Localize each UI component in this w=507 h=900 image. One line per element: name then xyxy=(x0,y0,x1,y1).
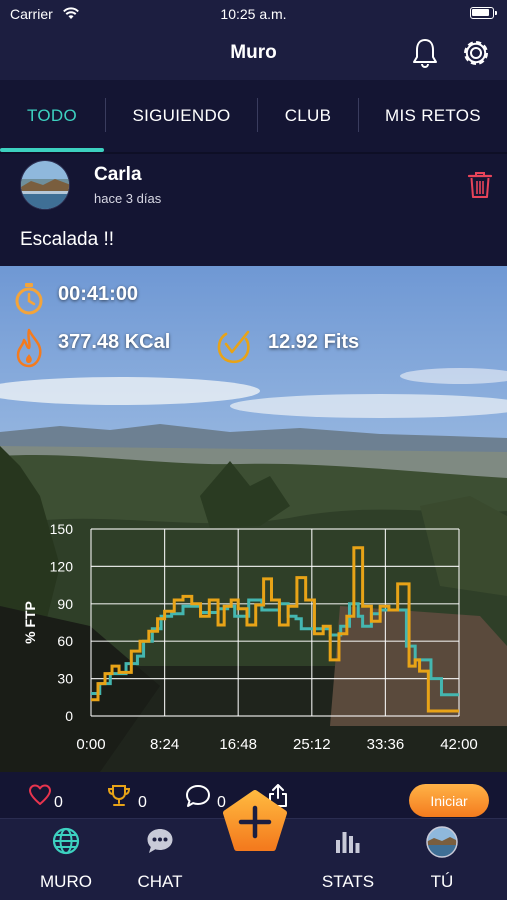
y-tick-label: 150 xyxy=(50,521,74,537)
profile-avatar-icon xyxy=(426,826,458,858)
tab-club[interactable]: CLUB xyxy=(258,80,358,152)
add-activity-button[interactable] xyxy=(222,790,288,854)
y-tick-label: 90 xyxy=(57,596,73,612)
post-text: Escalada !! xyxy=(20,229,114,250)
status-bar: Carrier 10:25 a.m. xyxy=(0,0,507,28)
chat-bubble-icon xyxy=(147,829,173,853)
series-line xyxy=(91,598,459,697)
avatar-image xyxy=(21,161,69,209)
power-chart: 0:00 8:24 16:48 25:12 33:36 42:00 0 30 60 90 120 15… xyxy=(22,521,478,753)
app-header: Muro xyxy=(0,28,507,80)
nav-item-tu[interactable] xyxy=(397,826,487,863)
post-username[interactable]: Carla xyxy=(94,164,142,186)
y-axis-label: % FTP xyxy=(22,601,38,644)
trophies-count: 0 xyxy=(138,794,147,811)
x-tick-label: 42:00 xyxy=(440,736,478,753)
y-tick-label: 30 xyxy=(57,671,73,687)
nav-item-chat[interactable] xyxy=(115,826,205,861)
bar-chart-icon xyxy=(336,832,360,853)
activity-photo[interactable]: 00:41:00 377.48 KCal 12.92 Fits 0:00 8:24… xyxy=(0,266,507,772)
tab-siguiendo[interactable]: SIGUIENDO xyxy=(106,80,257,152)
likes-count: 0 xyxy=(54,794,63,811)
trash-icon[interactable] xyxy=(466,170,494,200)
battery-icon xyxy=(470,7,497,19)
nav-item-muro[interactable] xyxy=(21,826,111,861)
post-time: hace 3 días xyxy=(94,191,162,206)
x-tick-label: 33:36 xyxy=(367,736,405,753)
x-tick-label: 8:24 xyxy=(150,736,179,753)
series-line xyxy=(91,546,459,713)
avatar[interactable] xyxy=(20,160,70,210)
tab-mis-retos[interactable]: MIS RETOS xyxy=(359,80,507,152)
y-tick-label: 120 xyxy=(50,558,74,574)
nav-label-chat[interactable]: CHAT xyxy=(115,872,205,892)
trophy-icon[interactable] xyxy=(107,784,131,808)
x-tick-label: 25:12 xyxy=(293,736,331,753)
x-tick-label: 0:00 xyxy=(76,736,105,753)
start-button[interactable]: Iniciar xyxy=(409,784,489,817)
tab-todo[interactable]: TODO xyxy=(0,80,104,152)
gear-icon[interactable] xyxy=(460,36,492,70)
comment-icon[interactable] xyxy=(185,784,211,808)
nav-label-muro[interactable]: MURO xyxy=(21,872,111,892)
bell-icon[interactable] xyxy=(409,36,441,70)
y-tick-label: 60 xyxy=(57,633,73,649)
nav-label-stats[interactable]: STATS xyxy=(303,872,393,892)
heart-icon[interactable] xyxy=(28,784,52,806)
feed-tabs: TODO SIGUIENDO CLUB MIS RETOS xyxy=(0,80,507,152)
y-tick-label: 0 xyxy=(65,708,73,724)
nav-label-tu[interactable]: TÚ xyxy=(397,872,487,892)
globe-icon xyxy=(52,827,80,855)
clock: 10:25 a.m. xyxy=(220,6,287,22)
x-tick-label: 16:48 xyxy=(219,736,257,753)
nav-item-stats[interactable] xyxy=(303,826,393,861)
